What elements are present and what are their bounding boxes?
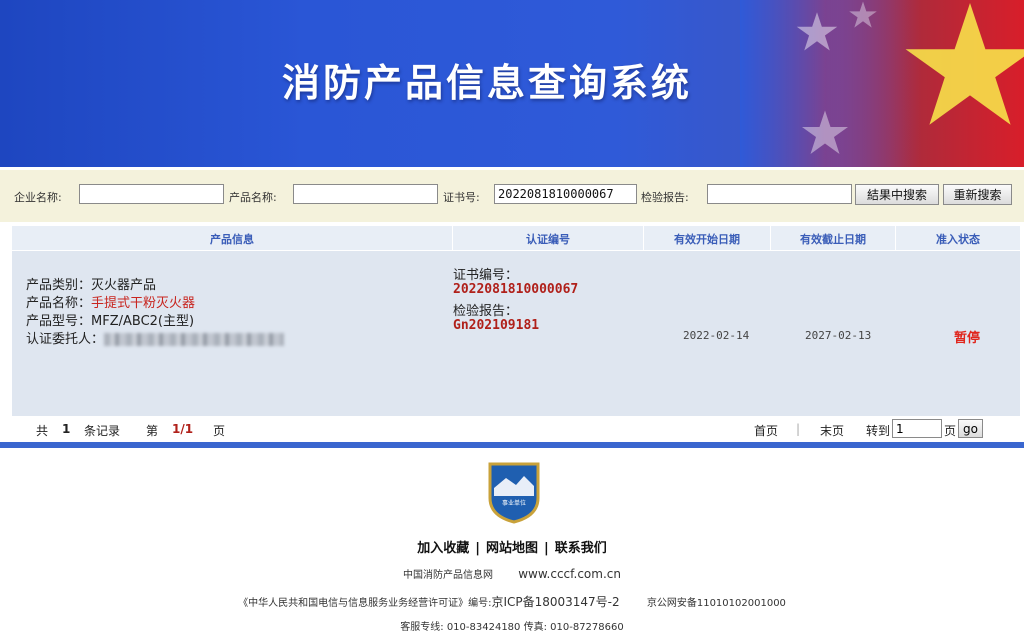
header-banner: 消防产品信息查询系统 (0, 0, 1024, 167)
page-current: 1/1 (172, 422, 194, 436)
page-title: 消防产品信息查询系统 (282, 61, 693, 105)
link-separator: | (475, 541, 480, 556)
cert-input[interactable] (494, 184, 637, 204)
model-value: MFZ/ABC2(主型) (91, 314, 195, 329)
site-name: 中国消防产品信息网 (403, 570, 494, 581)
flag-small-star-icon (796, 12, 838, 51)
product-name: 产品名称：手提式干粉灭火器 (26, 292, 195, 311)
product-category: 产品类别：灭火器产品 (26, 274, 156, 293)
col-valid-end: 有效截止日期 (800, 233, 866, 246)
col-admission-status: 准入状态 (936, 233, 980, 246)
table-header: 产品信息 认证编号 有效开始日期 有效截止日期 准入状态 (12, 226, 1020, 251)
col-product-info: 产品信息 (210, 233, 254, 246)
category-value: 灭火器产品 (91, 278, 157, 293)
footer: 事业单位 加入收藏 | 网站地图 | 联系我们 中国消防产品信息网 www.cccf.c… (0, 448, 1024, 637)
results-table: 产品信息 认证编号 有效开始日期 有效截止日期 准入状态 产品类别：灭火器产品 … (12, 226, 1020, 416)
valid-end-date: 2027-02-13 (805, 329, 872, 342)
pagination: 共 1 条记录 第 1/1 页 首页 | 末页 转到 页 go (0, 416, 1024, 442)
total-prefix: 共 (36, 424, 49, 438)
pager-divider: | (796, 422, 801, 436)
page-suffix: 页 (213, 424, 226, 438)
service-phone: 客服专线: 010-83424180 传真: 010-87278660 (400, 622, 624, 633)
redacted-client-name (104, 333, 285, 346)
go-button[interactable]: go (958, 419, 983, 438)
new-search-button[interactable]: 重新搜索 (943, 184, 1012, 205)
total-count: 1 (62, 422, 71, 436)
col-cert-number: 认证编号 (526, 233, 570, 246)
report-label: 检验报告: (641, 191, 689, 204)
category-label: 产品类别： (26, 278, 92, 293)
report-input[interactable] (707, 184, 852, 204)
status-badge: 暂停 (954, 331, 981, 346)
sitemap-link[interactable]: 网站地图 (486, 541, 538, 556)
goto-suffix: 页 (944, 424, 957, 438)
model-label: 产品型号： (26, 314, 92, 329)
flag-small-star-icon (849, 1, 877, 28)
valid-start-date: 2022-02-14 (683, 329, 750, 342)
icp-number: 京ICP备18003147号-2 (491, 595, 620, 609)
police-record: 京公网安备11010102001000 (646, 598, 786, 609)
company-label: 企业名称: (14, 191, 62, 204)
cert-no-value[interactable]: 2022081810000067 (453, 282, 578, 297)
name-label: 产品名称： (26, 296, 92, 311)
report-no-label: 检验报告： (453, 304, 519, 319)
search-bar: 企业名称: 产品名称: 证书号: 检验报告: 結果中搜索 重新搜索 (0, 167, 1024, 222)
search-in-results-button[interactable]: 結果中搜索 (855, 184, 939, 205)
link-separator: | (544, 541, 549, 556)
goto-label: 转到 (866, 424, 891, 438)
report-no-value[interactable]: Gn202109181 (453, 318, 539, 333)
name-value: 手提式干粉灭火器 (91, 296, 196, 311)
site-info-line: 中国消防产品信息网 www.cccf.com.cn (0, 566, 1024, 581)
license-text: 《中华人民共和国电信与信息服务业务经营许可证》编号: (238, 598, 492, 609)
contact-us-link[interactable]: 联系我们 (555, 541, 607, 556)
cert-no-label: 证书编号： (453, 268, 519, 283)
product-model: 产品型号：MFZ/ABC2(主型) (26, 310, 194, 329)
product-input[interactable] (293, 184, 438, 204)
footer-links: 加入收藏 | 网站地图 | 联系我们 (0, 537, 1024, 556)
public-institution-emblem-icon[interactable]: 事业单位 (486, 458, 542, 524)
first-page-link[interactable]: 首页 (754, 422, 778, 439)
col-valid-start: 有效开始日期 (674, 233, 740, 246)
company-input[interactable] (79, 184, 224, 204)
site-url: www.cccf.com.cn (518, 567, 621, 581)
last-page-link[interactable]: 末页 (820, 422, 844, 439)
emblem-text: 事业单位 (502, 499, 526, 507)
goto-page-input[interactable] (892, 419, 942, 438)
license-line: 《中华人民共和国电信与信息服务业务经营许可证》编号:京ICP备18003147号… (0, 593, 1024, 610)
flag-small-star-icon (802, 110, 848, 154)
cert-label: 证书号: (443, 191, 480, 204)
client-label: 认证委托人： (26, 332, 105, 347)
page-prefix: 第 (146, 424, 159, 438)
total-suffix: 条记录 (84, 424, 121, 438)
add-favorite-link[interactable]: 加入收藏 (417, 541, 469, 556)
product-label: 产品名称: (229, 191, 277, 204)
flag-star-icon (905, 3, 1024, 125)
certification-client: 认证委托人： (26, 328, 285, 347)
